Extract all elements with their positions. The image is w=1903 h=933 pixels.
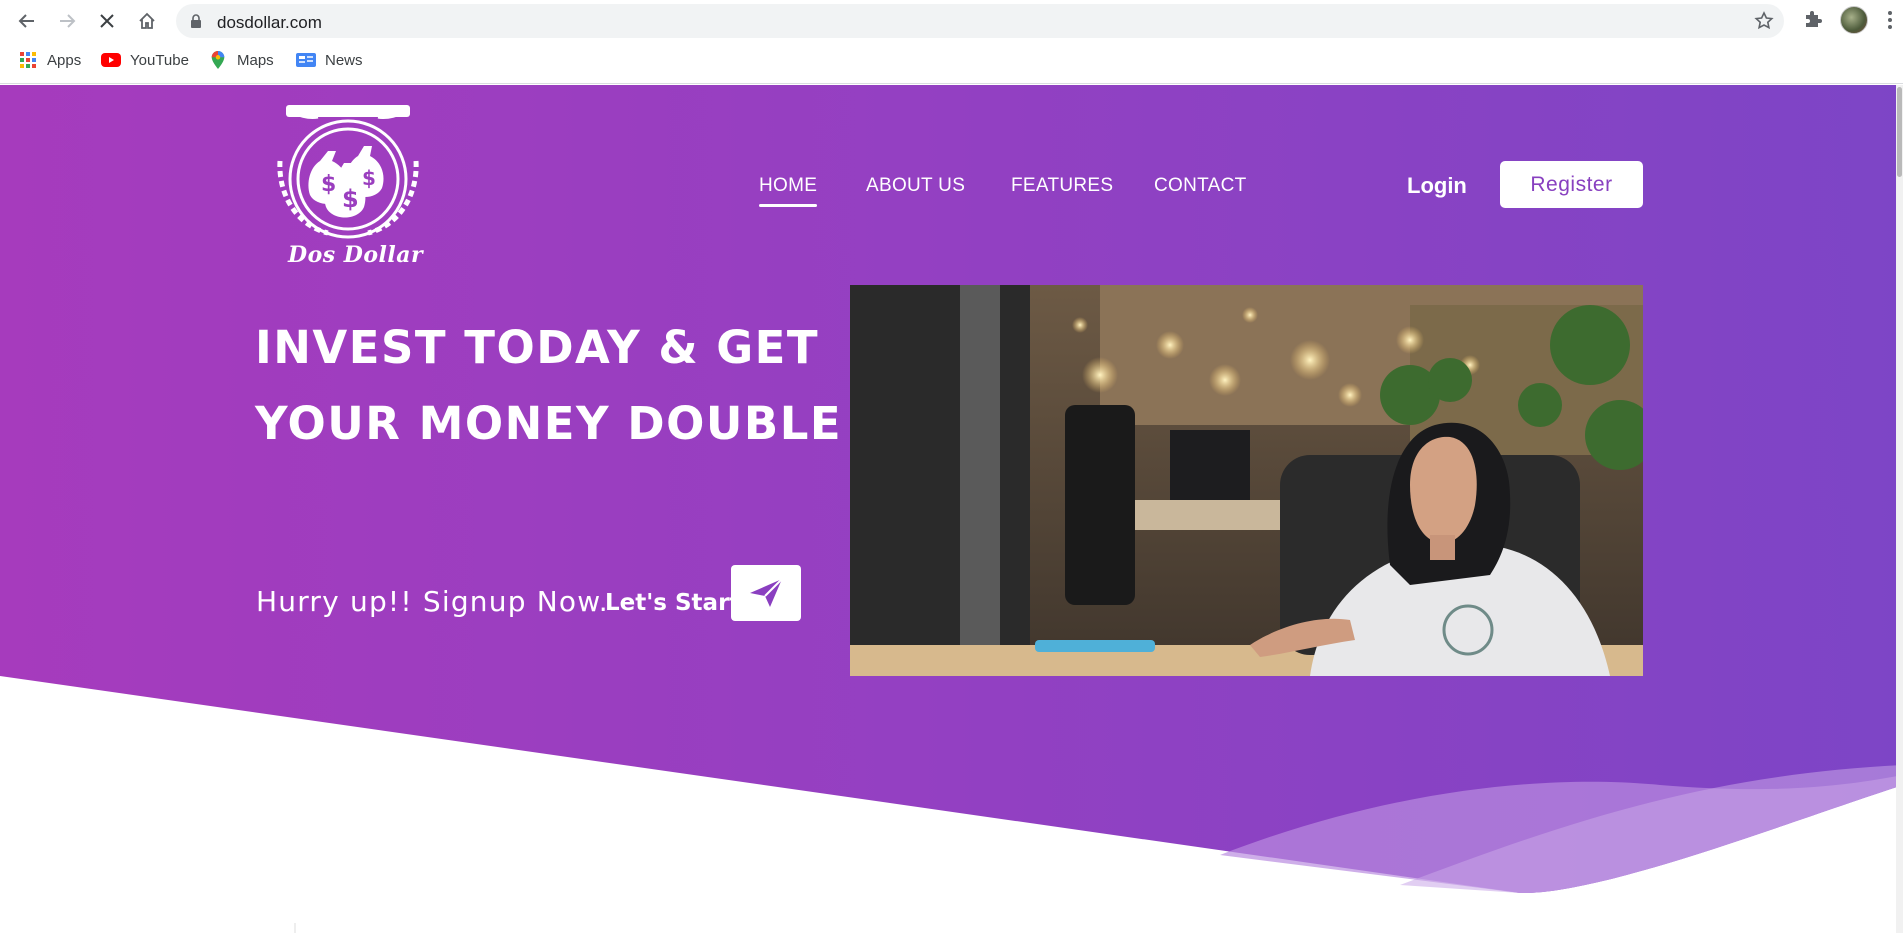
youtube-icon [101, 53, 121, 67]
register-button[interactable]: Register [1500, 161, 1643, 208]
lets-start-label[interactable]: Let's Start [605, 590, 740, 616]
hero-photo [850, 285, 1643, 676]
close-icon [100, 14, 114, 28]
stop-loading-button[interactable] [92, 6, 122, 36]
webpage: $ $ $ Dos Dollar HOME ABOUT US FEATURES … [0, 85, 1903, 933]
back-arrow-icon [18, 14, 34, 28]
logo-wordmark: Dos Dollar [288, 242, 424, 268]
forward-arrow-icon [60, 14, 76, 28]
bookmark-youtube[interactable]: YouTube [101, 48, 189, 72]
headline-line-1: INVEST TODAY & GET [255, 321, 820, 374]
bookmark-label: News [325, 51, 363, 69]
hero-headline: INVEST TODAY & GET YOUR MONEY DOUBLE [255, 310, 842, 462]
bookmark-label: Maps [237, 51, 274, 69]
bookmark-apps[interactable]: Apps [18, 48, 81, 72]
forward-button[interactable] [52, 6, 82, 36]
scrollbar-thumb[interactable] [1897, 87, 1902, 177]
apps-grid-icon [20, 52, 36, 68]
lets-start-button[interactable] [731, 565, 801, 621]
more-menu-icon[interactable] [1887, 9, 1893, 31]
nav-about-us[interactable]: ABOUT US [866, 175, 965, 197]
profile-avatar[interactable] [1840, 6, 1868, 34]
bookmarks-bar: Apps YouTube Maps News [0, 48, 1903, 72]
paper-plane-icon [750, 578, 783, 607]
bookmark-label: Apps [47, 51, 82, 69]
address-bar[interactable]: dosdollar.com [176, 4, 1784, 38]
login-link[interactable]: Login [1407, 173, 1467, 199]
bookmark-news[interactable]: News [296, 48, 363, 72]
page-scrollbar[interactable] [1896, 85, 1903, 933]
nav-features[interactable]: FEATURES [1011, 175, 1113, 197]
nav-home[interactable]: HOME [759, 175, 818, 207]
headline-line-2: YOUR MONEY DOUBLE [255, 397, 843, 450]
hero-tagline: Hurry up!! Signup Now. [256, 585, 609, 618]
svg-text:$: $ [321, 172, 336, 197]
maps-pin-icon [211, 51, 225, 69]
google-news-icon [296, 53, 316, 67]
nav-contact[interactable]: CONTACT [1154, 175, 1247, 197]
bookmark-label: YouTube [130, 51, 189, 69]
bookmark-star-icon[interactable] [1754, 11, 1774, 31]
svg-text:$: $ [362, 166, 376, 190]
url-text[interactable]: dosdollar.com [217, 13, 322, 33]
back-button[interactable] [12, 6, 42, 36]
lock-icon [191, 14, 201, 28]
bookmark-maps[interactable]: Maps [208, 48, 274, 72]
home-icon [139, 12, 155, 29]
extensions-puzzle-icon[interactable] [1802, 8, 1824, 30]
browser-toolbar: dosdollar.com Apps YouTube Maps News [0, 0, 1903, 84]
home-button[interactable] [132, 6, 162, 36]
svg-text:$: $ [342, 185, 359, 213]
